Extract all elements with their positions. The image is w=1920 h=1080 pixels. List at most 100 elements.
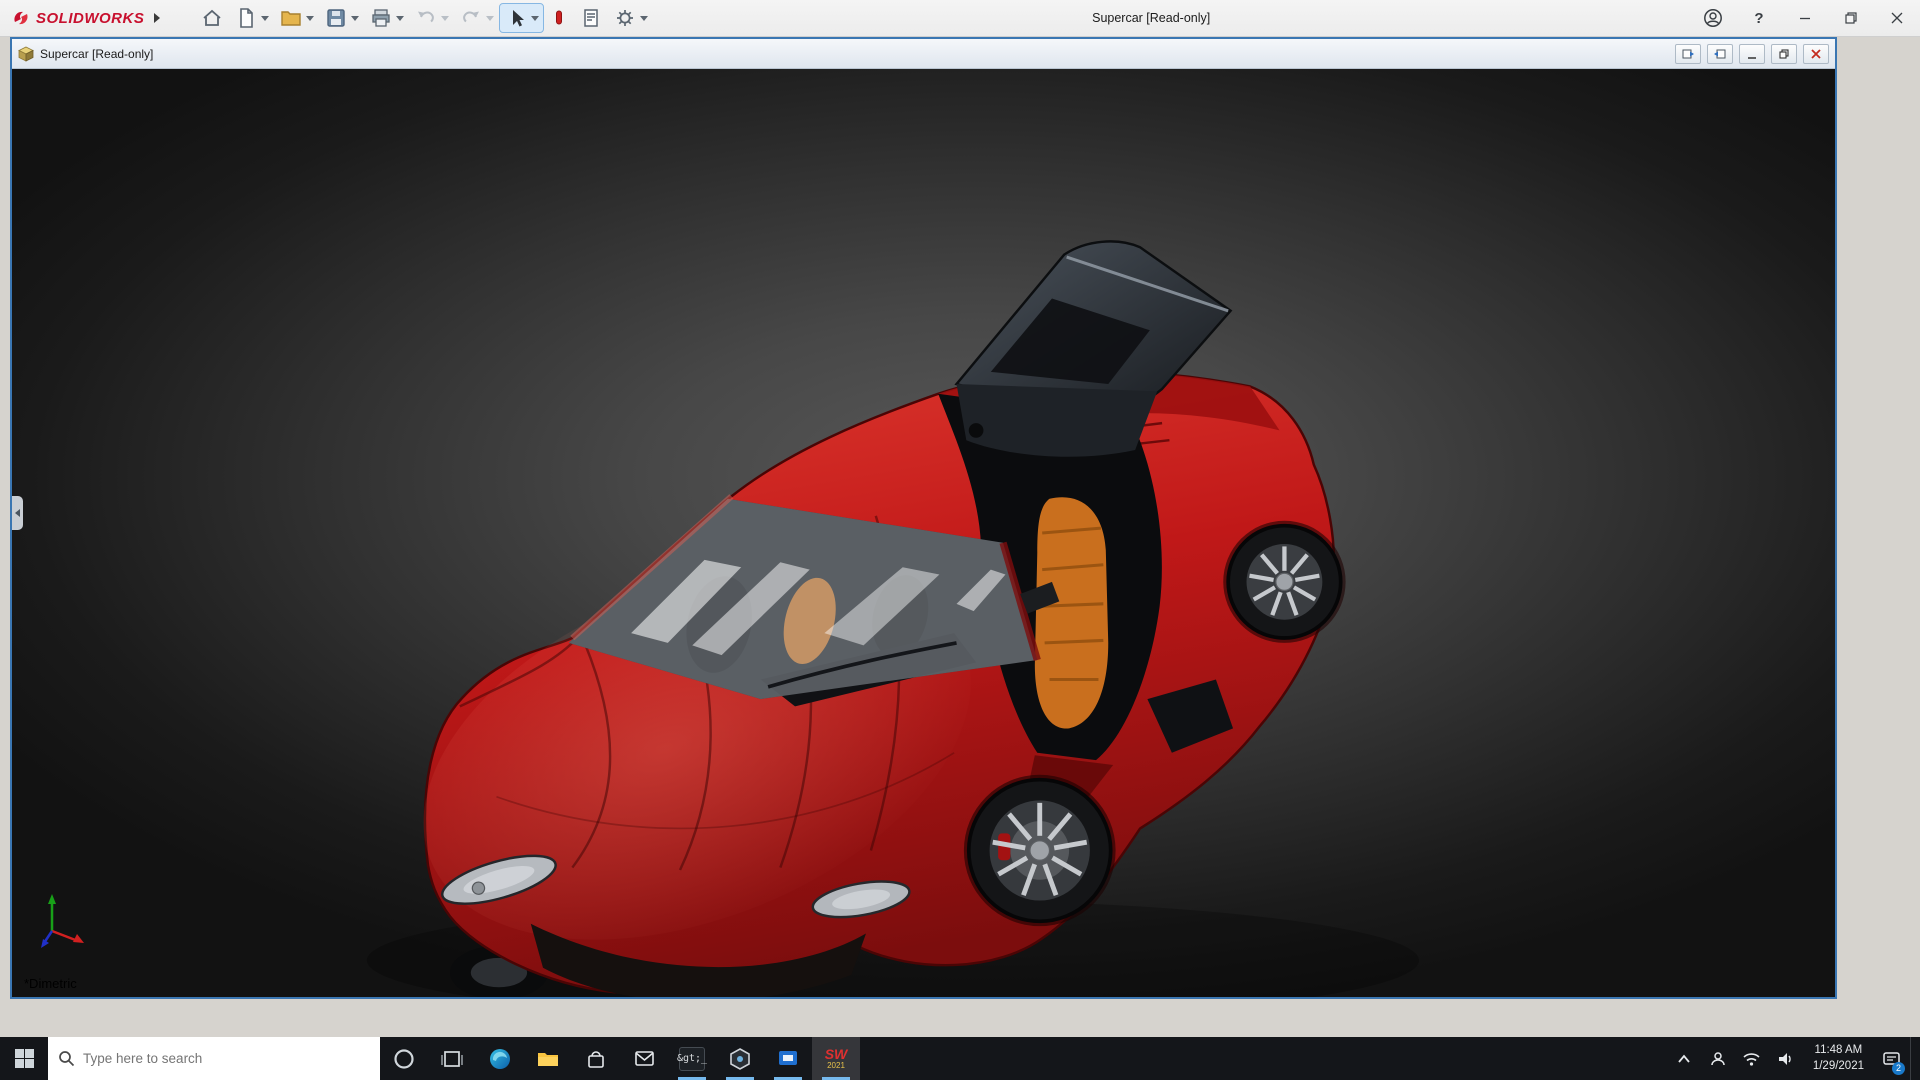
brand-name: SOLIDWORKS (36, 10, 144, 27)
task-view-icon (441, 1048, 463, 1070)
open-folder-icon (279, 6, 303, 30)
sw-year-label: 2021 (827, 1062, 845, 1070)
undo-button[interactable] (410, 4, 453, 32)
dropdown-caret-icon[interactable] (396, 16, 404, 21)
front-right-wheel (969, 780, 1111, 922)
open-button[interactable] (275, 4, 318, 32)
document-close-icon (1809, 47, 1823, 61)
window-previous-button[interactable] (1675, 44, 1701, 64)
help-button[interactable]: ? (1736, 0, 1782, 37)
notification-badge: 2 (1892, 1062, 1905, 1075)
task-view-button[interactable] (428, 1037, 476, 1080)
show-desktop-button[interactable] (1910, 1037, 1916, 1080)
restore-button[interactable] (1828, 0, 1874, 37)
dropdown-caret-icon[interactable] (441, 16, 449, 21)
restore-icon (1845, 12, 1857, 24)
hexagon-app-icon (728, 1047, 752, 1071)
network-tray-button[interactable] (1737, 1037, 1767, 1080)
search-icon (58, 1050, 75, 1067)
action-center-button[interactable]: 2 (1876, 1037, 1906, 1080)
dropdown-caret-icon[interactable] (486, 16, 494, 21)
start-button[interactable] (0, 1037, 48, 1080)
volume-icon (1776, 1050, 1795, 1068)
print-button[interactable] (365, 4, 408, 32)
store-bag-icon (585, 1048, 607, 1070)
blue-app-button[interactable] (764, 1037, 812, 1080)
brand-logo: SOLIDWORKS (0, 9, 170, 27)
dropdown-caret-icon[interactable] (306, 16, 314, 21)
solidworks-taskbar-button[interactable]: SW 2021 (812, 1037, 860, 1080)
chevron-left-icon (15, 509, 20, 517)
close-button[interactable] (1874, 0, 1920, 37)
taskbar-search[interactable] (48, 1037, 380, 1080)
file-properties-button[interactable] (575, 4, 607, 32)
home-icon (200, 6, 224, 30)
cortana-button[interactable] (380, 1037, 428, 1080)
edge-browser-button[interactable] (476, 1037, 524, 1080)
panel-flyout-tab[interactable] (12, 496, 23, 530)
dropdown-caret-icon[interactable] (640, 16, 648, 21)
clock-date: 1/29/2021 (1813, 1059, 1864, 1075)
window-next-icon (1713, 47, 1727, 61)
system-tray: 11:48 AM 1/29/2021 2 (1669, 1037, 1920, 1080)
volume-tray-button[interactable] (1771, 1037, 1801, 1080)
document-window-controls (1675, 44, 1829, 64)
dassault-logo-icon (12, 9, 30, 27)
file-explorer-icon (536, 1047, 560, 1071)
document-title-bar[interactable]: Supercar [Read-only] (12, 39, 1835, 69)
document-title: Supercar [Read-only] (40, 47, 1675, 61)
document-restore-icon (1777, 47, 1791, 61)
store-button[interactable] (572, 1037, 620, 1080)
menu-expand-arrow-icon[interactable] (154, 13, 160, 23)
hidden-icons-button[interactable] (1669, 1037, 1699, 1080)
taskbar-clock[interactable]: 11:48 AM 1/29/2021 (1805, 1043, 1872, 1074)
window-next-button[interactable] (1707, 44, 1733, 64)
new-document-icon (234, 6, 258, 30)
file-explorer-button[interactable] (524, 1037, 572, 1080)
part-document-icon (18, 46, 34, 62)
contact-icon (1709, 1050, 1727, 1068)
terminal-button[interactable]: &gt;_ (668, 1037, 716, 1080)
account-button[interactable] (1690, 0, 1736, 37)
undo-icon (414, 6, 438, 30)
supercar-3d-model[interactable] (12, 69, 1835, 997)
save-icon (324, 6, 348, 30)
rear-right-wheel (1228, 526, 1341, 638)
minimize-button[interactable] (1782, 0, 1828, 37)
print-icon (369, 6, 393, 30)
gear-icon (613, 6, 637, 30)
dropdown-caret-icon[interactable] (531, 16, 539, 21)
macro-record-button[interactable] (545, 4, 573, 32)
contact-tray-button[interactable] (1703, 1037, 1733, 1080)
document-close-button[interactable] (1803, 44, 1829, 64)
document-window: Supercar [Read-only] (10, 37, 1837, 999)
document-minimize-button[interactable] (1739, 44, 1765, 64)
network-wifi-icon (1742, 1050, 1761, 1067)
redo-icon (459, 6, 483, 30)
clock-time: 11:48 AM (1813, 1043, 1864, 1059)
options-button[interactable] (609, 4, 652, 32)
edge-icon (488, 1047, 512, 1071)
document-minimize-icon (1745, 47, 1759, 61)
dropdown-caret-icon[interactable] (351, 16, 359, 21)
redo-button[interactable] (455, 4, 498, 32)
new-document-button[interactable] (230, 4, 273, 32)
macro-record-icon (549, 6, 569, 30)
mail-button[interactable] (620, 1037, 668, 1080)
windows-logo-icon (15, 1049, 34, 1068)
blue-app-icon (776, 1047, 800, 1071)
file-properties-icon (579, 6, 603, 30)
save-button[interactable] (320, 4, 363, 32)
graphics-viewport[interactable]: *Dimetric (12, 69, 1835, 997)
dropdown-caret-icon[interactable] (261, 16, 269, 21)
app-window-controls: ? (1690, 0, 1920, 37)
hexagon-app-button[interactable] (716, 1037, 764, 1080)
close-icon (1891, 12, 1903, 24)
search-input[interactable] (83, 1051, 370, 1066)
home-button[interactable] (196, 4, 228, 32)
app-window-title: Supercar [Read-only] (652, 11, 1690, 25)
select-tool-button[interactable] (500, 4, 543, 32)
document-restore-button[interactable] (1771, 44, 1797, 64)
cortana-icon (393, 1048, 415, 1070)
solidworks-app-icon: SW 2021 (825, 1047, 848, 1070)
